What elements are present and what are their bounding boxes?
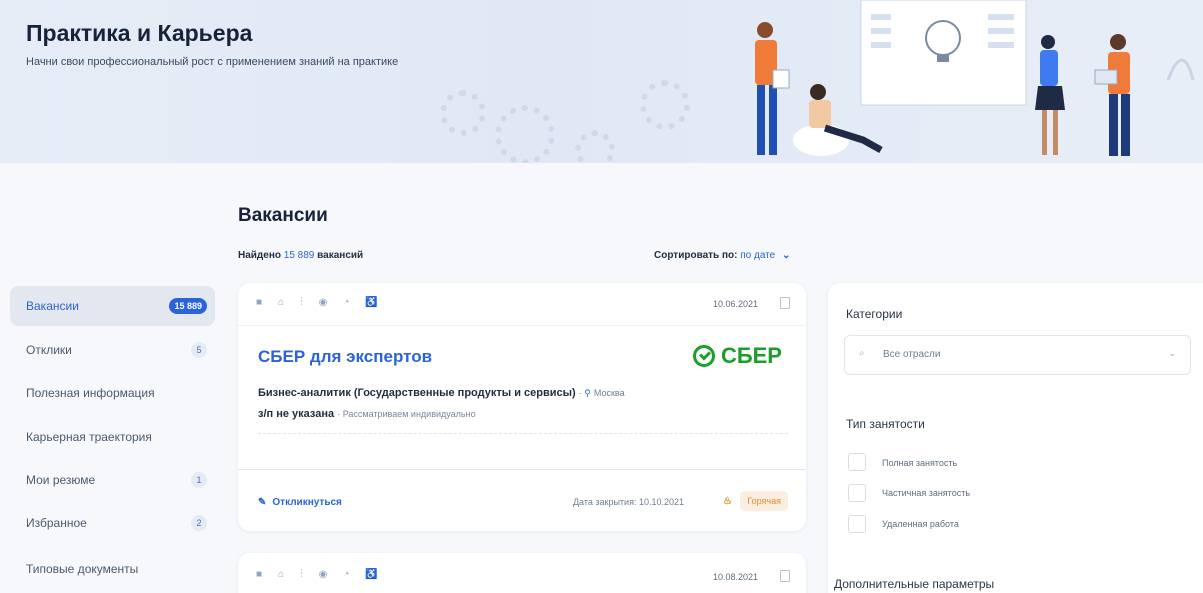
sidebar-item-label: Полезная информация <box>26 386 155 400</box>
accessibility-icon: ♿ <box>365 569 378 580</box>
sort-label: Сортировать по: <box>654 250 741 261</box>
found-number: 15 889 <box>283 250 315 261</box>
found-prefix: Найдено <box>238 250 284 261</box>
industry-select[interactable]: ⌕ Все отрасли ⌄ <box>844 335 1191 375</box>
gear-decoration <box>495 105 555 163</box>
feature-icons: ■ ⌂ ⫶ ◉ ◔ ♿ <box>256 569 378 580</box>
flame-icon: ♨ <box>723 496 732 507</box>
found-suffix: вакансий <box>314 250 364 261</box>
count-badge: 1 <box>191 472 207 488</box>
sidebar-item-resumes[interactable]: Мои резюме 1 <box>10 460 215 500</box>
logo-text: СБЕР <box>720 343 782 368</box>
categories-title: Категории <box>846 307 903 321</box>
bookmark-icon[interactable] <box>780 297 790 309</box>
card-footer: ✎ Откликнуться Дата закрытия: 10.10.2021 … <box>238 469 806 531</box>
checkbox-label: Удаленная работа <box>882 519 959 529</box>
sidebar-item-label: Карьерная траектория <box>26 430 152 444</box>
count-badge: 2 <box>191 515 207 531</box>
checkbox-label: Полная занятость <box>882 458 958 468</box>
sidebar-item-documents[interactable]: Типовые документы <box>10 549 215 589</box>
filter-panel: Категории ⌕ Все отрасли ⌄ Тип занятости … <box>828 283 1203 593</box>
sidebar-item-useful-info[interactable]: Полезная информация <box>10 373 215 413</box>
vacancy-card[interactable]: ■ ⌂ ⫶ ◉ ◔ ♿ 10.06.2021 СБЕР для эксперто… <box>238 283 806 531</box>
company-name[interactable]: СБЕР для экспертов <box>258 347 432 367</box>
checkbox-remote[interactable] <box>848 515 866 533</box>
extra-params-title: Дополнительные параметры <box>834 577 995 591</box>
globe-icon: ◉ <box>318 297 328 308</box>
briefcase-icon: ■ <box>256 297 263 308</box>
sidebar-item-label: Типовые документы <box>26 562 139 576</box>
respond-button[interactable]: ✎ Откликнуться <box>258 497 342 508</box>
card-date: 10.08.2021 <box>712 572 758 582</box>
career-illustration <box>755 0 1195 156</box>
sber-check-icon <box>692 345 715 367</box>
sidebar-item-label: Мои резюме <box>26 473 96 487</box>
vacancy-card[interactable]: ■ ⌂ ⫶ ◉ ◔ ♿ 10.08.2021 <box>238 553 806 593</box>
hero-banner: Практика и Карьера Начни свои профессион… <box>0 0 1203 163</box>
search-icon: ⌕ <box>859 348 865 359</box>
industry-placeholder: Все отрасли <box>883 349 941 360</box>
sber-logo: СБЕР <box>692 343 782 369</box>
thermometer-icon: ⫶ <box>300 297 303 308</box>
bookmark-icon[interactable] <box>780 570 790 582</box>
position-title[interactable]: Бизнес-аналитик (Государственные продукт… <box>258 387 625 399</box>
sort-control[interactable]: Сортировать по: по дате ⌄ <box>654 250 790 261</box>
salary: з/п не указана · Рассматриваем индивидуа… <box>258 408 476 420</box>
card-date: 10.06.2021 <box>712 299 758 309</box>
hot-badge: Горячая <box>740 491 788 511</box>
sidebar-item-label: Избранное <box>26 516 87 530</box>
sidebar-item-vacancies[interactable]: Вакансии 15 889 <box>10 286 215 326</box>
home-icon: ⌂ <box>278 569 285 580</box>
home-icon: ⌂ <box>278 297 285 308</box>
location: Москва <box>593 388 625 398</box>
count-badge: 5 <box>191 342 207 358</box>
chevron-down-icon[interactable]: ⌄ <box>1168 348 1176 359</box>
page-title: Вакансии <box>238 205 328 226</box>
employment-title: Тип занятости <box>846 417 925 431</box>
banner-subtitle: Начни свои профессиональный рост с приме… <box>26 56 399 68</box>
closing-date: Дата закрытия: 10.10.2021 <box>572 497 684 507</box>
feature-icons: ■ ⌂ ⫶ ◉ ◔ ♿ <box>256 297 378 308</box>
chevron-down-icon[interactable]: ⌄ <box>782 250 790 261</box>
salary-value: з/п не указана <box>258 408 335 420</box>
count-badge: 15 889 <box>169 298 207 314</box>
checkbox-part-time[interactable] <box>848 484 866 502</box>
position-label: Бизнес-аналитик (Государственные продукт… <box>258 387 576 399</box>
card-header: ■ ⌂ ⫶ ◉ ◔ ♿ 10.06.2021 <box>238 283 806 326</box>
briefcase-icon: ■ <box>256 569 263 580</box>
sidebar-item-career-path[interactable]: Карьерная траектория <box>10 417 215 457</box>
accessibility-icon: ♿ <box>365 297 378 308</box>
salary-note: Рассматриваем индивидуально <box>342 409 476 419</box>
checkbox-full-time[interactable] <box>848 453 866 471</box>
globe-icon: ◉ <box>318 569 328 580</box>
respond-label: Откликнуться <box>272 497 342 508</box>
sidebar-item-responses[interactable]: Отклики 5 <box>10 330 215 370</box>
card-header: ■ ⌂ ⫶ ◉ ◔ ♿ 10.08.2021 <box>238 553 806 593</box>
clock-icon: ◔ <box>343 297 350 308</box>
sidebar-item-label: Вакансии <box>26 299 79 313</box>
sidebar-item-label: Отклики <box>26 343 72 357</box>
divider <box>258 433 788 434</box>
checkbox-label: Частичная занятость <box>882 488 971 498</box>
clock-icon: ◔ <box>343 569 350 580</box>
found-count: Найдено 15 889 вакансий <box>238 250 363 261</box>
sidebar-item-favorites[interactable]: Избранное 2 <box>10 503 215 543</box>
location-pin-icon: ⚲ <box>584 388 591 398</box>
edit-icon: ✎ <box>258 497 267 508</box>
gear-decoration <box>440 90 486 136</box>
gear-decoration <box>575 130 615 163</box>
banner-title: Практика и Карьера <box>26 20 253 46</box>
gear-decoration <box>640 80 690 130</box>
sort-value[interactable]: по дате <box>740 250 775 261</box>
thermometer-icon: ⫶ <box>300 569 303 580</box>
